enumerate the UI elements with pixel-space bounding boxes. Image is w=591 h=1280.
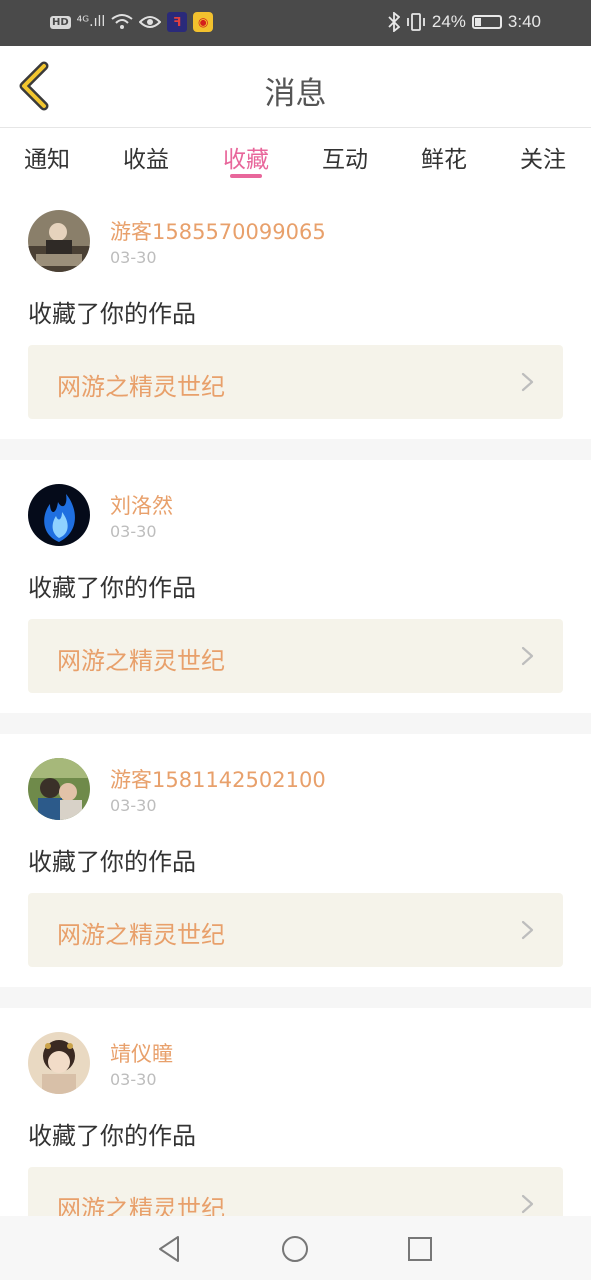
system-nav-bar <box>0 1216 591 1280</box>
signal-icon: ⁴ᴳ.ıll <box>76 14 106 30</box>
weibo-icon: ◉ <box>193 12 214 32</box>
card-separator <box>0 713 591 734</box>
hd-icon: HD <box>50 15 71 29</box>
vibrate-icon <box>406 13 425 31</box>
battery-level <box>474 18 482 26</box>
tab-1[interactable]: 收益 <box>106 140 186 174</box>
message-date: 03-30 <box>110 796 157 815</box>
tab-4[interactable]: 鲜花 <box>404 140 484 174</box>
avatar[interactable] <box>28 758 90 820</box>
back-nav-icon[interactable] <box>153 1232 187 1266</box>
work-link[interactable]: 网游之精灵世纪 <box>28 345 563 419</box>
action-text: 收藏了你的作品 <box>28 574 196 602</box>
work-link[interactable]: 网游之精灵世纪 <box>28 893 563 967</box>
clock: 3:40 <box>507 12 541 31</box>
eye-icon <box>139 16 162 28</box>
chevron-right-icon <box>517 920 537 940</box>
work-title: 网游之精灵世纪 <box>57 647 225 675</box>
tab-2[interactable]: 收藏 <box>206 140 286 174</box>
battery-percent: 24% <box>431 12 466 31</box>
active-tab-indicator <box>230 174 262 178</box>
message-card: 刘洛然 03-30 收藏了你的作品网游之精灵世纪 <box>0 460 591 713</box>
tab-bar: 通知 收益 收藏 互动 鲜花 关注 <box>0 128 591 186</box>
status-right: 24% 3:40 <box>388 12 541 32</box>
user-name[interactable]: 刘洛然 <box>110 490 173 520</box>
action-text: 收藏了你的作品 <box>28 1122 196 1150</box>
avatar[interactable] <box>28 484 90 546</box>
home-nav-icon[interactable] <box>278 1232 312 1266</box>
status-bar: HD ⁴ᴳ.ıll ꟻ ◉ 24% 3:40 <box>0 0 591 46</box>
user-name[interactable]: 游客1581142502100 <box>110 764 326 794</box>
battery-icon <box>471 15 502 29</box>
chevron-right-icon <box>517 646 537 666</box>
recents-nav-icon[interactable] <box>403 1232 437 1266</box>
tab-0[interactable]: 通知 <box>7 140 87 174</box>
header: 消息 <box>0 46 591 128</box>
avatar[interactable] <box>28 1032 90 1094</box>
bluetooth-icon <box>388 12 400 32</box>
message-date: 03-30 <box>110 1070 157 1089</box>
card-separator <box>0 987 591 1008</box>
message-card: 游客1585570099065 03-30 收藏了你的作品网游之精灵世纪 <box>0 186 591 439</box>
tab-3[interactable]: 互动 <box>305 140 385 174</box>
action-text: 收藏了你的作品 <box>28 300 196 328</box>
user-name[interactable]: 游客1585570099065 <box>110 216 326 246</box>
user-name[interactable]: 靖仪瞳 <box>110 1038 173 1068</box>
tab-5[interactable]: 关注 <box>503 140 583 174</box>
work-title: 网游之精灵世纪 <box>57 373 225 401</box>
work-title: 网游之精灵世纪 <box>57 921 225 949</box>
status-left: HD ⁴ᴳ.ıll ꟻ ◉ <box>50 12 214 32</box>
card-separator <box>0 439 591 460</box>
message-feed: 游客1585570099065 03-30 收藏了你的作品 网游之精灵世纪 刘洛然 03-… <box>0 186 591 1261</box>
page-title: 消息 <box>264 76 327 112</box>
work-link[interactable]: 网游之精灵世纪 <box>28 619 563 693</box>
message-card: 游客1581142502100 03-30 收藏了你的作品网游之精灵世纪 <box>0 734 591 987</box>
message-date: 03-30 <box>110 248 157 267</box>
wifi-icon <box>111 14 133 29</box>
avatar[interactable] <box>28 210 90 272</box>
action-text: 收藏了你的作品 <box>28 848 196 876</box>
chevron-right-icon <box>517 372 537 392</box>
chevron-right-icon <box>517 1194 537 1214</box>
message-date: 03-30 <box>110 522 157 541</box>
app-notification-icon: ꟻ <box>167 12 188 32</box>
